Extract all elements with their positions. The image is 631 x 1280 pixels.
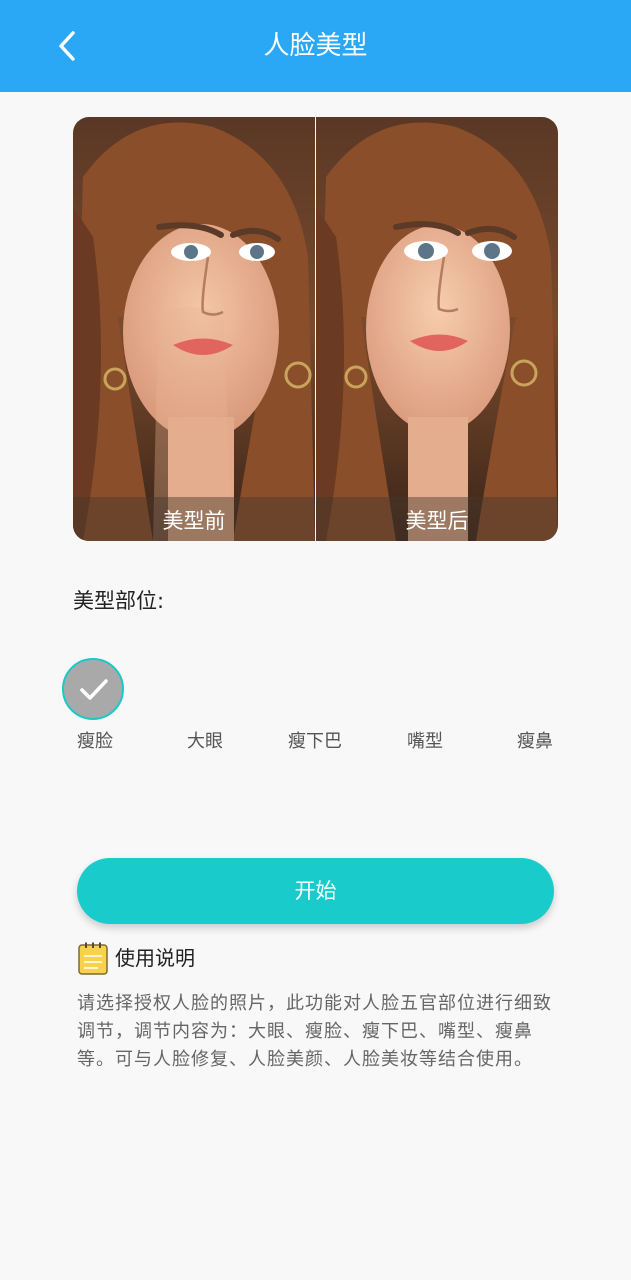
part-option-thin-nose[interactable]: 瘦鼻 — [480, 655, 590, 765]
shaping-parts-label: 美型部位: — [73, 589, 165, 613]
part-label: 嘴型 — [407, 731, 443, 752]
after-photo: 美型后 — [316, 117, 558, 541]
selected-indicator — [62, 658, 124, 720]
part-label: 瘦脸 — [77, 731, 113, 752]
part-option-big-eyes[interactable]: 大眼 — [150, 655, 260, 765]
page-title: 人脸美型 — [263, 31, 368, 61]
usage-guide-text: 请选择授权人脸的照片，此功能对人脸五官部位进行细致调节，调节内容为：大眼、瘦脸、… — [77, 993, 552, 1070]
usage-guide-title: 使用说明 — [115, 946, 195, 970]
shaping-parts-list: 瘦脸 大眼 瘦下巴 嘴型 瘦鼻 — [40, 655, 590, 765]
part-option-thin-chin[interactable]: 瘦下巴 — [260, 655, 370, 765]
part-label: 瘦下巴 — [288, 731, 342, 752]
part-option-mouth-shape[interactable]: 嘴型 — [370, 655, 480, 765]
part-option-thin-face[interactable]: 瘦脸 — [40, 655, 150, 765]
after-label: 美型后 — [316, 497, 558, 541]
before-after-comparison: 美型前 美型后 — [73, 117, 558, 541]
top-bar: 人脸美型 — [0, 0, 631, 92]
part-label: 瘦鼻 — [517, 731, 553, 752]
before-label: 美型前 — [73, 497, 315, 541]
checkmark-icon — [80, 679, 108, 700]
start-button[interactable]: 开始 — [77, 858, 554, 924]
part-label: 大眼 — [187, 731, 223, 752]
before-photo: 美型前 — [73, 117, 315, 541]
notepad-icon — [78, 942, 108, 975]
